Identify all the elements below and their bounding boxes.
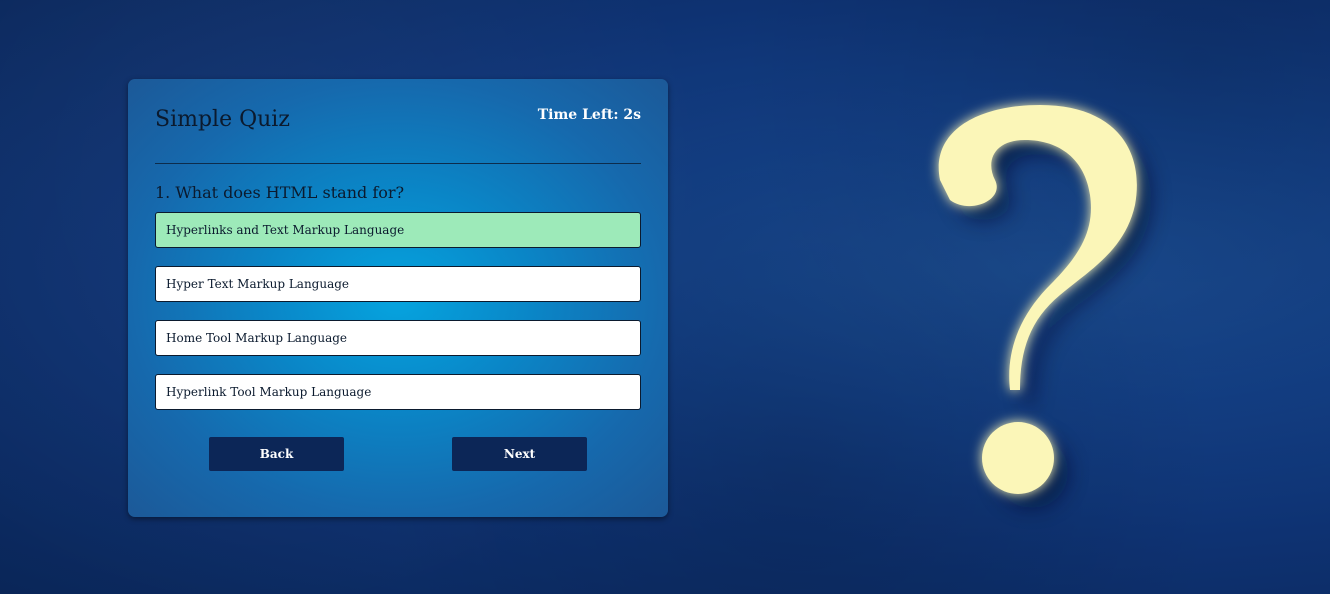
answer-option[interactable]: Hyperlink Tool Markup Language [155, 374, 641, 410]
divider [155, 163, 641, 164]
answer-option[interactable]: Hyperlinks and Text Markup Language [155, 212, 641, 248]
quiz-card: Simple Quiz Time Left: 2s 1. What does H… [128, 79, 668, 517]
answer-option[interactable]: Home Tool Markup Language [155, 320, 641, 356]
question-mark-icon [938, 105, 1151, 508]
back-button[interactable]: Back [209, 437, 344, 471]
question-text: 1. What does HTML stand for? [155, 183, 405, 202]
time-left-label: Time Left: 2s [537, 107, 641, 123]
answer-option[interactable]: Hyper Text Markup Language [155, 266, 641, 302]
next-button[interactable]: Next [452, 437, 587, 471]
quiz-title: Simple Quiz [155, 107, 290, 132]
answer-options: Hyperlinks and Text Markup Language Hype… [155, 212, 641, 428]
